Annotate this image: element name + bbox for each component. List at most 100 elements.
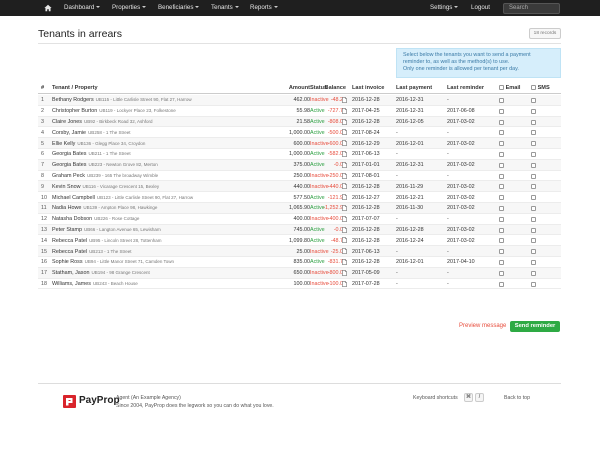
document-icon[interactable] (342, 129, 347, 136)
sms-checkbox[interactable] (531, 238, 536, 244)
email-checkbox[interactable] (499, 270, 504, 276)
tenant-cell[interactable]: Corsby, Jamie UB258 - 1 The Street (52, 130, 131, 136)
nav-settings[interactable]: Settings (430, 0, 459, 16)
tenant-name[interactable]: Sophie Ross (52, 259, 83, 265)
tenant-cell[interactable]: Michael Campbell UB123 - Little Carlisle … (52, 195, 193, 201)
email-checkbox[interactable] (499, 173, 504, 179)
tenant-cell[interactable]: Statham, Jason UB194 - 98 Grange Crescent (52, 270, 150, 276)
sms-checkbox[interactable] (531, 184, 536, 190)
tenant-name[interactable]: Claire Jones (52, 119, 82, 125)
nav-dashboard[interactable]: Dashboard (64, 0, 101, 16)
tenant-cell[interactable]: Georgia Bates UB211 - 1 The Street (52, 151, 131, 157)
tenant-cell[interactable]: Sophie Ross UB94 - Little Manor Street 71… (52, 259, 174, 265)
document-icon[interactable] (342, 172, 347, 179)
sms-checkbox[interactable] (531, 119, 536, 125)
tenant-cell[interactable]: Rebecca Patel UB95 - Lincoln Street 28, T… (52, 238, 162, 244)
email-checkbox[interactable] (499, 119, 504, 125)
sms-checkbox[interactable] (531, 281, 536, 287)
nav-tenants[interactable]: Tenants (211, 0, 239, 16)
sms-checkbox[interactable] (531, 216, 536, 222)
col-last-payment[interactable]: Last payment (396, 85, 432, 91)
email-checkbox[interactable] (499, 162, 504, 168)
sms-checkbox[interactable] (531, 108, 536, 114)
tenant-name[interactable]: Rebecca Patel (52, 249, 87, 255)
sms-checkbox[interactable] (531, 162, 536, 168)
sms-checkbox[interactable] (531, 195, 536, 201)
sms-checkbox[interactable] (531, 206, 536, 211)
col-balance[interactable]: Balance (325, 85, 346, 91)
tenant-name[interactable]: Corsby, Jamie (52, 130, 86, 136)
document-icon[interactable] (342, 248, 347, 255)
send-reminder-button[interactable]: Send reminder (510, 321, 560, 332)
document-icon[interactable] (342, 205, 347, 211)
email-checkbox[interactable] (499, 108, 504, 114)
nav-reports[interactable]: Reports (250, 0, 278, 16)
email-checkbox[interactable] (499, 238, 504, 244)
col-amount[interactable]: Amount (289, 85, 310, 91)
tenant-cell[interactable]: Graham Peck UB239 - 165 The broadway Wimb… (52, 173, 158, 179)
document-icon[interactable] (342, 107, 347, 114)
email-checkbox[interactable] (499, 152, 504, 157)
tenant-cell[interactable]: Ellie Kelly UB136 - Glegg Place 34, Croyd… (52, 141, 145, 147)
tenant-cell[interactable]: Georgia Bates UB223 - Newton Grove 82, Me… (52, 162, 158, 168)
sms-checkbox[interactable] (531, 173, 536, 179)
tenant-name[interactable]: Christopher Burton (52, 108, 97, 114)
document-icon[interactable] (342, 259, 347, 265)
document-icon[interactable] (342, 194, 347, 201)
document-icon[interactable] (342, 183, 347, 190)
tenant-name[interactable]: Georgia Bates (52, 162, 86, 168)
document-icon[interactable] (342, 161, 347, 168)
slash-key-icon[interactable]: / (475, 393, 484, 402)
tenant-name[interactable]: Kevin Snow (52, 184, 80, 190)
tenant-cell[interactable]: Williams, James UB243 - Beach House (52, 281, 138, 287)
email-checkbox[interactable] (499, 141, 504, 147)
tenant-cell[interactable]: Christopher Burton UB119 - Lockyer Place … (52, 108, 176, 114)
nav-logout[interactable]: Logout (471, 0, 490, 16)
document-icon[interactable] (342, 118, 347, 125)
email-checkbox[interactable] (499, 249, 504, 255)
document-icon[interactable] (342, 269, 347, 276)
tenant-name[interactable]: Michael Campbell (52, 195, 95, 201)
select-all-sms-checkbox[interactable] (531, 85, 536, 91)
tenant-name[interactable]: Nadia Howe (52, 205, 81, 211)
email-checkbox[interactable] (499, 195, 504, 201)
tenant-cell[interactable]: Bethany Rodgers UB115 - Little Carlisle S… (52, 97, 192, 103)
sms-checkbox[interactable] (531, 152, 536, 157)
email-checkbox[interactable] (499, 184, 504, 190)
records-count-button[interactable]: 18 records (529, 28, 561, 39)
back-to-top-link[interactable]: Back to top (504, 395, 530, 401)
sms-checkbox[interactable] (531, 227, 536, 233)
sms-checkbox[interactable] (531, 98, 536, 103)
tenant-name[interactable]: Williams, James (52, 281, 91, 287)
col-last-reminder[interactable]: Last reminder (447, 85, 484, 91)
search-input[interactable]: Search (503, 3, 560, 14)
tenant-name[interactable]: Ellie Kelly (52, 141, 75, 147)
tenant-name[interactable]: Rebecca Patel (52, 238, 87, 244)
nav-properties[interactable]: Properties (112, 0, 147, 16)
document-icon[interactable] (342, 237, 347, 244)
email-checkbox[interactable] (499, 206, 504, 211)
tenant-name[interactable]: Statham, Jason (52, 270, 89, 276)
document-icon[interactable] (342, 226, 347, 233)
document-icon[interactable] (342, 215, 347, 222)
tenant-cell[interactable]: Claire Jones UB92 - Birkbeck Road 32, Ash… (52, 119, 153, 125)
document-icon[interactable] (342, 280, 347, 287)
document-icon[interactable] (342, 151, 347, 157)
sms-checkbox[interactable] (531, 249, 536, 255)
tenant-name[interactable]: Peter Stamp (52, 227, 82, 233)
tenant-cell[interactable]: Peter Stamp UB66 - Langton Avenue 65, Lew… (52, 227, 161, 233)
sms-checkbox[interactable] (531, 141, 536, 147)
col-last-invoice[interactable]: Last invoice (352, 85, 384, 91)
col-status[interactable]: Status (310, 85, 327, 91)
email-checkbox[interactable] (499, 216, 504, 222)
document-icon[interactable] (342, 140, 347, 147)
tenant-cell[interactable]: Nadia Howe UB139 - Ampton Place 98, Hawki… (52, 205, 157, 211)
sms-checkbox[interactable] (531, 270, 536, 276)
tenant-cell[interactable]: Natasha Dobson UB226 - Rose Cottage (52, 216, 139, 222)
document-icon[interactable] (342, 97, 347, 103)
tenant-cell[interactable]: Rebecca Patel UB213 - 1 The Street (52, 249, 132, 255)
sms-checkbox[interactable] (531, 130, 536, 136)
preview-message-link[interactable]: Preview message (459, 323, 506, 329)
sms-checkbox[interactable] (531, 260, 536, 265)
tenant-name[interactable]: Georgia Bates (52, 151, 86, 157)
